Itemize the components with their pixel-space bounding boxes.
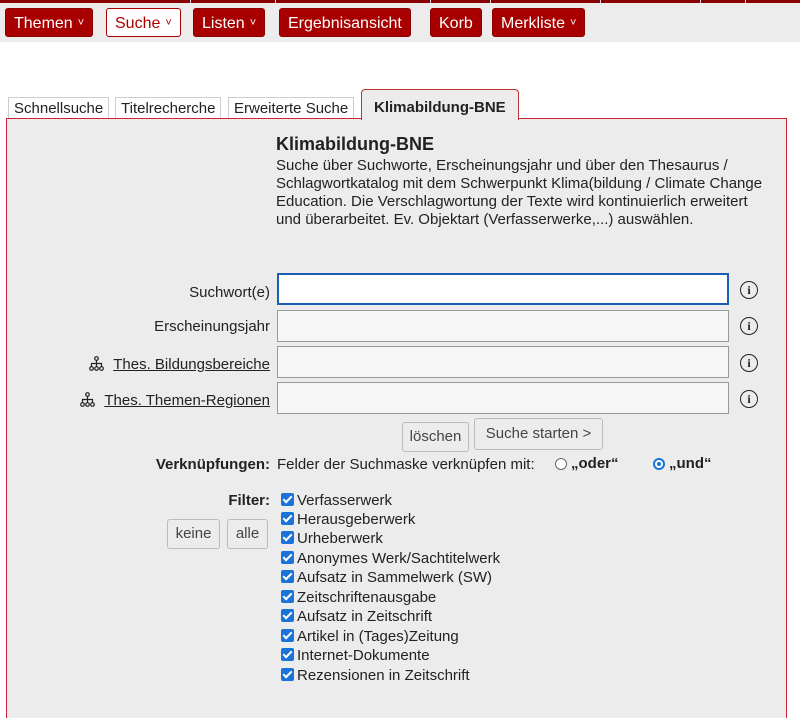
filter-item-label: Rezensionen in Zeitschrift <box>297 667 470 684</box>
chevron-down-icon: ˅ <box>165 17 172 29</box>
filter-item[interactable]: Internet-Dokumente <box>281 646 430 665</box>
main-navbar: Themen ˅ Suche ˅ Listen ˅ Ergebnisansicht K… <box>0 3 800 42</box>
nav-listen[interactable]: Listen ˅ <box>193 8 266 37</box>
info-icon[interactable]: i <box>740 317 758 335</box>
nav-ergebnisansicht[interactable]: Ergebnisansicht <box>279 8 411 37</box>
filter-item[interactable]: Zeitschriftenausgabe <box>281 588 436 607</box>
info-icon[interactable]: i <box>740 354 758 372</box>
filter-item[interactable]: Verfasserwerk <box>281 491 392 510</box>
filter-all-button[interactable]: alle <box>227 519 268 549</box>
nav-label: Korb <box>439 15 473 32</box>
tab-titelrecherche[interactable]: Titelrecherche <box>115 97 222 120</box>
clear-button[interactable]: löschen <box>402 422 469 452</box>
checkbox[interactable] <box>281 531 294 544</box>
hierarchy-icon[interactable] <box>80 392 96 407</box>
checkbox[interactable] <box>281 590 294 603</box>
field-label-text: Suchwort(e) <box>189 284 270 301</box>
search-button[interactable]: Suche starten > <box>474 418 603 450</box>
checkbox[interactable] <box>281 512 294 525</box>
tab-klimabildung-bne[interactable]: Klimabildung-BNE <box>361 89 519 120</box>
filter-item-label: Herausgeberwerk <box>297 511 416 528</box>
filter-item-label: Urheberwerk <box>297 530 383 547</box>
nav-merkliste[interactable]: Merkliste ˅ <box>492 8 586 37</box>
filter-none-button[interactable]: keine <box>167 519 220 549</box>
tab-schnellsuche[interactable]: Schnellsuche <box>8 97 110 120</box>
nav-label: Themen <box>14 15 73 32</box>
checkbox[interactable] <box>281 629 294 642</box>
info-icon[interactable]: i <box>740 281 758 299</box>
filter-label: Filter: <box>228 492 270 509</box>
field-label-erscheinungsjahr: Erscheinungsjahr <box>154 318 270 335</box>
filter-item[interactable]: Rezensionen in Zeitschrift <box>281 666 470 685</box>
nav-suche[interactable]: Suche ˅ <box>106 8 181 37</box>
field-label-themen-regionen: Thes. Themen-Regionen <box>80 392 270 409</box>
hierarchy-icon[interactable] <box>89 356 105 371</box>
nav-label: Merkliste <box>501 15 566 32</box>
filter-item-label: Zeitschriftenausgabe <box>297 589 437 606</box>
bildungsbereiche-input[interactable] <box>277 346 729 378</box>
checkbox[interactable] <box>281 609 294 622</box>
tab-erweiterte-suche[interactable]: Erweiterte Suche <box>228 97 355 120</box>
radio-oder[interactable] <box>555 458 567 470</box>
checkbox[interactable] <box>281 648 294 661</box>
checkbox[interactable] <box>281 570 294 583</box>
links-label: Verknüpfungen: <box>155 456 270 473</box>
filter-item-label: Anonymes Werk/Sachtitelwerk <box>297 550 501 567</box>
field-label-text: Erscheinungsjahr <box>154 318 270 335</box>
filter-item[interactable]: Artikel in (Tages)Zeitung <box>281 627 459 646</box>
nav-korb[interactable]: Korb <box>430 8 482 37</box>
erscheinungsjahr-input[interactable] <box>277 310 729 342</box>
nav-themen[interactable]: Themen ˅ <box>5 8 94 37</box>
checkbox[interactable] <box>281 551 294 564</box>
chevron-down-icon: ˅ <box>77 17 85 29</box>
filter-item-label: Internet-Dokumente <box>297 647 430 664</box>
checkbox[interactable] <box>281 493 294 506</box>
nav-label: Suche <box>115 15 161 32</box>
chevron-down-icon: ˅ <box>570 17 577 29</box>
filter-item-label: Aufsatz in Zeitschrift <box>297 608 433 625</box>
filter-item[interactable]: Aufsatz in Sammelwerk (SW) <box>281 568 492 587</box>
form-heading: Klimabildung-BNE <box>276 134 434 154</box>
radio-oder-label[interactable]: „oder“ <box>571 455 619 472</box>
thes-themen-regionen-link[interactable]: Thes. Themen-Regionen <box>104 392 270 409</box>
checkbox[interactable] <box>281 668 294 681</box>
chevron-down-icon: ˅ <box>249 17 257 29</box>
form-description: Suche über Suchworte, Erscheinungsjahr u… <box>276 157 763 228</box>
suchworte-input[interactable] <box>277 273 729 305</box>
filter-item[interactable]: Urheberwerk <box>281 529 383 548</box>
radio-und-label[interactable]: „und“ <box>669 455 712 472</box>
filter-item[interactable]: Anonymes Werk/Sachtitelwerk <box>281 549 500 568</box>
nav-label: Ergebnisansicht <box>288 15 402 32</box>
filter-item-label: Aufsatz in Sammelwerk (SW) <box>297 569 493 586</box>
filter-item[interactable]: Aufsatz in Zeitschrift <box>281 607 432 626</box>
field-label-bildungsbereiche: Thes. Bildungsbereiche <box>89 356 270 373</box>
field-label-suchworte: Suchwort(e) <box>189 284 270 301</box>
nav-label: Listen <box>202 15 245 32</box>
filter-item-label: Verfasserwerk <box>297 492 393 509</box>
thes-bildungsbereiche-link[interactable]: Thes. Bildungsbereiche <box>113 356 270 373</box>
filter-item-label: Artikel in (Tages)Zeitung <box>297 628 459 645</box>
filter-item[interactable]: Herausgeberwerk <box>281 510 415 529</box>
radio-und[interactable] <box>653 458 665 470</box>
links-text: Felder der Suchmaske verknüpfen mit: <box>277 456 535 473</box>
themen-regionen-input[interactable] <box>277 382 729 414</box>
info-icon[interactable]: i <box>740 390 758 408</box>
